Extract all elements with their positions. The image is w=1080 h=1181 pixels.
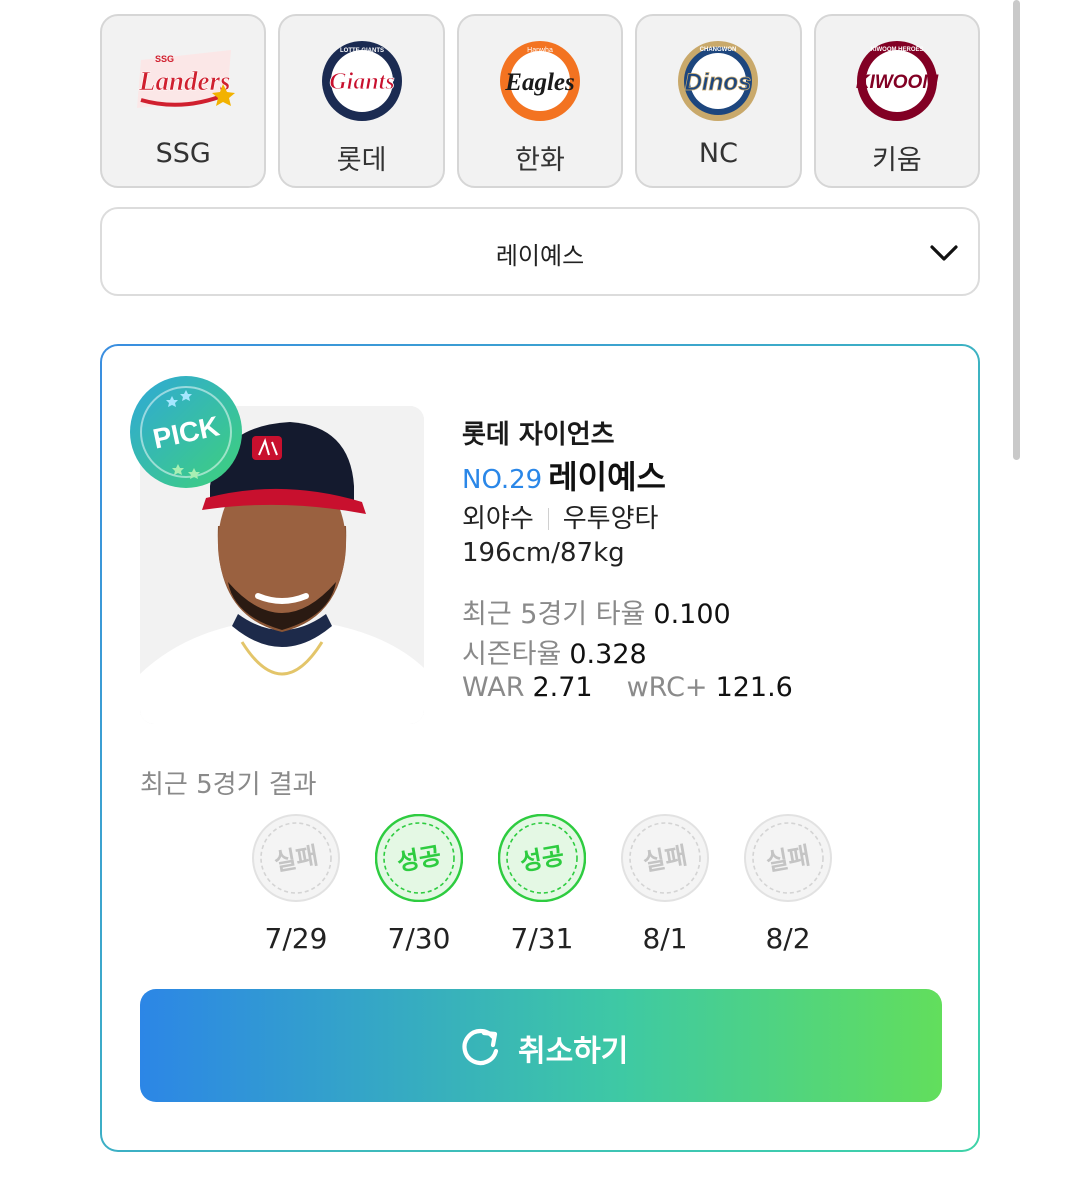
- team-name: 키움: [871, 145, 922, 176]
- game-result: 성공 7/31: [497, 813, 587, 955]
- team-button-ssg[interactable]: SSG Landers SSG: [100, 14, 267, 188]
- team-name: NC: [698, 138, 738, 169]
- recent-results: 실패 7/29 성공 7/30 성공 7/31 실패 8/1 실패 8/2: [252, 813, 832, 955]
- svg-text:Hanwha: Hanwha: [527, 47, 553, 54]
- refresh-icon: [462, 1028, 499, 1066]
- success-stamp-icon: 성공: [497, 813, 587, 903]
- player-card: PICK 롯데 자이언츠 NO.29 레이예스 외야수 우투양타 196cm/87k…: [100, 344, 980, 1152]
- game-date: 7/30: [387, 922, 451, 955]
- game-result: 실패 7/29: [252, 814, 340, 955]
- pick-badge: PICK: [130, 376, 242, 488]
- player-title: NO.29 레이예스: [462, 452, 666, 498]
- player-body: 196cm/87kg: [462, 538, 625, 568]
- game-date: 8/1: [642, 922, 688, 955]
- game-date: 7/29: [264, 922, 328, 955]
- giants-logo: LOTTE GIANTS Giants: [321, 41, 402, 121]
- player-team: 롯데 자이언츠: [462, 420, 615, 450]
- chevron-down-icon: [930, 245, 958, 261]
- svg-text:LOTTE GIANTS: LOTTE GIANTS: [340, 48, 384, 54]
- game-result: 실패 8/2: [744, 814, 832, 955]
- game-date: 8/2: [765, 922, 811, 955]
- team-name: 롯데: [336, 145, 387, 176]
- player-position-line: 외야수 우투양타: [462, 498, 658, 535]
- svg-text:Dinos: Dinos: [685, 69, 752, 96]
- game-result: 실패 8/1: [621, 814, 709, 955]
- eagles-logo: Hanwha Eagles: [500, 41, 581, 121]
- kiwoom-logo: KIWOOM HEROES KIWOOM: [856, 41, 939, 121]
- recent-results-title: 최근 5경기 결과: [140, 770, 317, 800]
- game-result: 성공 7/30: [374, 813, 464, 955]
- player-number: NO.29: [462, 465, 543, 495]
- stat-label: 시즌타율: [462, 639, 562, 670]
- stat-label: wRC+: [626, 672, 708, 703]
- scrollbar[interactable]: [1013, 0, 1020, 460]
- team-name: SSG: [155, 138, 211, 169]
- stat-label: WAR: [462, 672, 525, 703]
- success-stamp-icon: 성공: [374, 813, 464, 903]
- player-dropdown[interactable]: 레이예스: [100, 207, 980, 296]
- svg-text:KIWOOM: KIWOOM: [856, 72, 939, 93]
- dinos-logo: CHANGWON Dinos: [678, 41, 759, 121]
- svg-text:KIWOOM HEROES: KIWOOM HEROES: [870, 47, 923, 53]
- stat-season-avg: 시즌타율 0.328: [462, 632, 647, 671]
- landers-logo: SSG Landers: [137, 50, 236, 108]
- player-position: 외야수: [462, 504, 534, 534]
- stat-value: 2.71: [532, 672, 593, 703]
- stat-war-wrc: WAR 2.71 wRC+ 121.6: [462, 672, 793, 703]
- team-button-nc[interactable]: CHANGWON Dinos NC: [635, 14, 802, 188]
- stat-value: 0.328: [569, 639, 647, 670]
- fail-stamp-icon: 실패: [744, 814, 832, 902]
- team-button-hanwha[interactable]: Hanwha Eagles 한화: [456, 14, 624, 188]
- stat-value: 121.6: [715, 672, 793, 703]
- cancel-button[interactable]: 취소하기: [140, 989, 942, 1102]
- divider: [547, 508, 549, 530]
- stat-value: 0.100: [653, 599, 731, 630]
- svg-text:Giants: Giants: [329, 69, 394, 95]
- svg-text:SSG: SSG: [155, 54, 174, 64]
- player-name: 레이예스: [548, 458, 666, 496]
- player-bats: 우투양타: [562, 504, 659, 534]
- team-selector: SSG Landers SSG LOTTE GIANTS Giants 롯데 H…: [100, 14, 981, 188]
- team-button-lotte[interactable]: LOTTE GIANTS Giants 롯데: [278, 14, 445, 188]
- player-dropdown-value: 레이예스: [495, 242, 585, 270]
- cancel-button-label: 취소하기: [518, 1034, 629, 1069]
- game-date: 7/31: [510, 922, 574, 955]
- team-button-kiwoom[interactable]: KIWOOM HEROES KIWOOM 키움: [813, 14, 981, 188]
- svg-text:CHANGWON: CHANGWON: [700, 47, 737, 53]
- svg-text:Eagles: Eagles: [504, 69, 574, 96]
- stat-label: 최근 5경기 타율: [462, 599, 646, 630]
- team-name: 한화: [515, 145, 565, 176]
- fail-stamp-icon: 실패: [621, 814, 709, 902]
- fail-stamp-icon: 실패: [252, 814, 340, 902]
- stat-recent-avg: 최근 5경기 타율 0.100: [462, 592, 731, 631]
- svg-text:Landers: Landers: [138, 66, 231, 96]
